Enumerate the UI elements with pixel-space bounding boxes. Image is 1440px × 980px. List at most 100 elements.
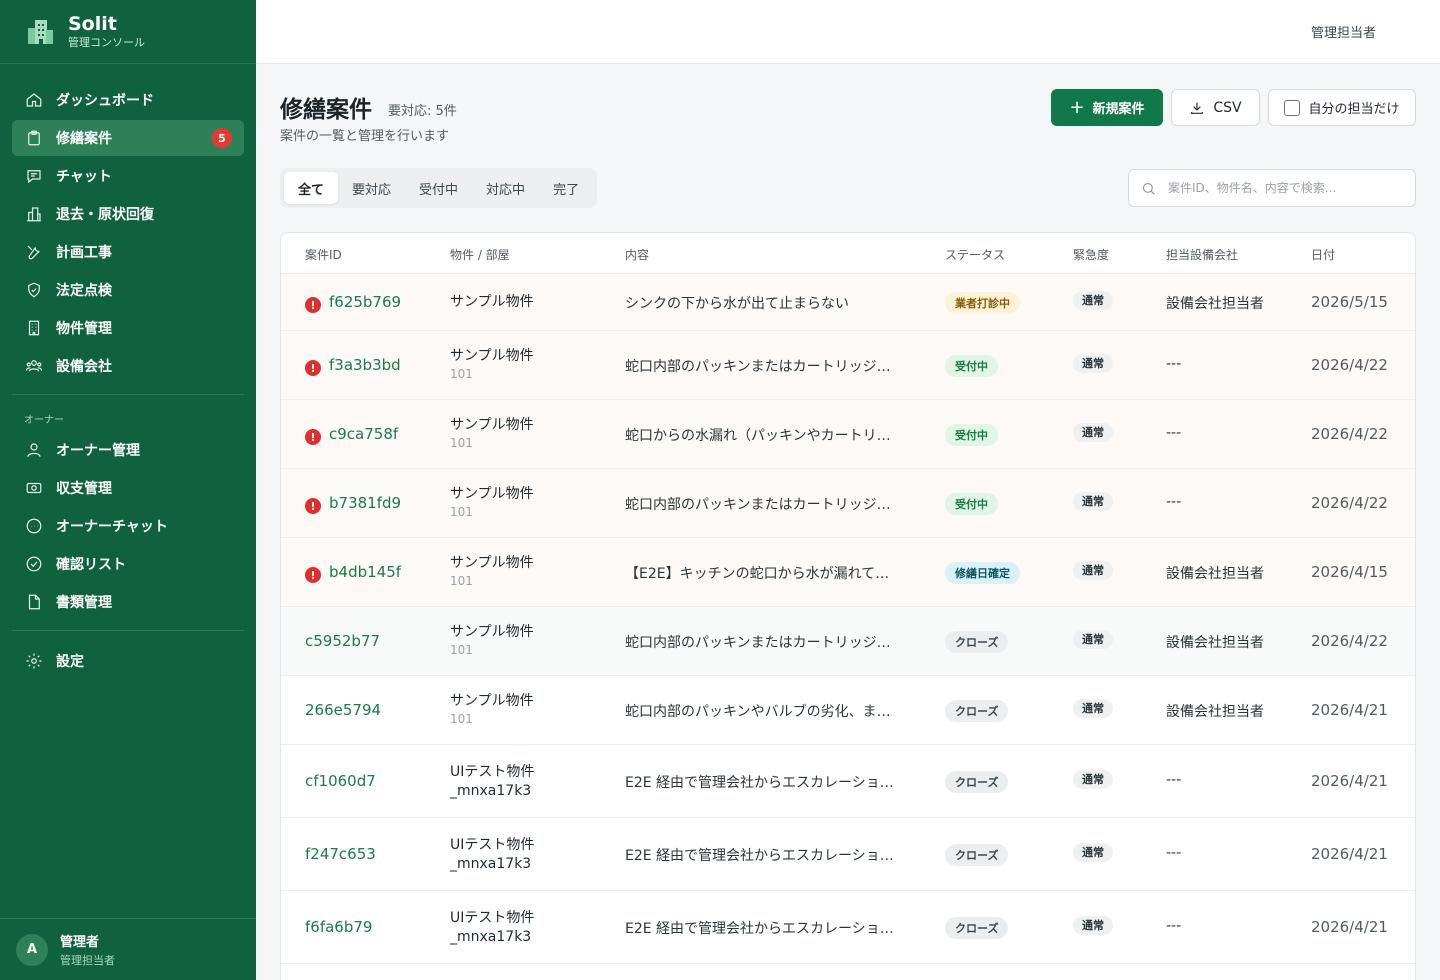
vendor-name: 設備会社担当者	[1166, 703, 1264, 720]
top-header: 管理担当者	[256, 0, 1440, 64]
sidebar-item-dashboard[interactable]: ダッシュボード	[12, 82, 244, 118]
sidebar-item-owner-chat[interactable]: オーナーチャット	[12, 508, 244, 544]
status-badge: クローズ	[945, 843, 1009, 866]
urgency-badge: 通常	[1073, 560, 1113, 580]
search-input[interactable]	[1168, 181, 1408, 195]
table-row[interactable]: ! b4db145f サンプル物件 101 【E2E】キッチンの蛇口から水が漏れて… 修繕…	[281, 538, 1415, 607]
current-user[interactable]: A 管理者 管理担当者	[0, 918, 256, 980]
sidebar-item-owners[interactable]: オーナー管理	[12, 432, 244, 468]
sidebar-item-checklist[interactable]: 確認リスト	[12, 546, 244, 582]
sidebar-item-finance[interactable]: 収支管理	[12, 470, 244, 506]
vendor-name: 設備会社担当者	[1166, 295, 1264, 312]
tab-all[interactable]: 全て	[284, 172, 339, 204]
case-id-link[interactable]: f625b769	[329, 293, 401, 311]
tab-in-progress[interactable]: 対応中	[472, 172, 539, 204]
chat-icon	[24, 166, 44, 186]
search-icon	[1142, 182, 1155, 195]
divider	[12, 394, 244, 395]
table-row[interactable]: 266e5794 サンプル物件 101 蛇口内部のパッキンやバルブの劣化、ま… クローズ…	[281, 676, 1415, 745]
shield-check-icon	[24, 280, 44, 300]
csv-export-button[interactable]: CSV	[1171, 89, 1260, 126]
property-name: サンプル物件	[450, 692, 534, 709]
case-id: 266e5794	[305, 701, 381, 719]
status-cell: 受付中	[945, 492, 998, 515]
case-date: 2026/4/22	[1311, 493, 1388, 512]
col-header-id[interactable]: 案件ID	[305, 246, 342, 263]
sidebar-item-settings[interactable]: 設定	[12, 643, 244, 679]
header-user-menu[interactable]: 管理担当者	[1311, 22, 1376, 41]
owner-section-label: オーナー	[24, 415, 64, 426]
my-assignments-toggle[interactable]: 自分の担当だけ	[1268, 89, 1416, 126]
urgency-badge: 通常	[1073, 422, 1113, 442]
user-role: 管理担当者	[60, 954, 115, 967]
status-cell: 受付中	[945, 354, 998, 377]
case-id-link[interactable]: cf1060d7	[305, 772, 376, 790]
urgency-cell: 通常	[1073, 491, 1113, 511]
user-icon	[24, 440, 44, 460]
urgency-cell: 通常	[1073, 842, 1113, 862]
case-id-link[interactable]: c5952b77	[305, 632, 380, 650]
table-row[interactable]: ! b7381fd9 サンプル物件 101 蛇口内部のパッキンまたはカートリッジ… 受付中…	[281, 469, 1415, 538]
case-id-link[interactable]: b7381fd9	[329, 494, 401, 512]
brand-subtitle: 管理コンソール	[68, 35, 145, 49]
vendor-name: ---	[1166, 493, 1182, 510]
case-content: E2E 経由で管理会社からエスカレーショ…	[625, 847, 894, 864]
sidebar-item-inspections[interactable]: 法定点検	[12, 272, 244, 308]
table-row[interactable]: f6fa6b79 UIテスト物件 _mnxa17k3 E2E 経由で管理会社からエス…	[281, 891, 1415, 964]
pending-count: 要対応: 5件	[388, 104, 457, 119]
sidebar-item-planned-works[interactable]: 計画工事	[12, 234, 244, 270]
col-header-status[interactable]: ステータス	[945, 246, 1005, 263]
table-row[interactable]: c5952b77 サンプル物件 101 蛇口内部のパッキンまたはカートリッジ… クローズ…	[281, 607, 1415, 676]
property-name: サンプル物件	[450, 416, 534, 433]
table-row[interactable]: cf1060d7 UIテスト物件 _mnxa17k3 E2E 経由で管理会社からエス…	[281, 745, 1415, 818]
status-cell: 業者打診中	[945, 291, 1020, 314]
urgency-badge: 通常	[1073, 915, 1113, 935]
case-id-link[interactable]: f3a3b3bd	[329, 356, 401, 374]
sidebar-item-properties[interactable]: 物件管理	[12, 310, 244, 346]
case-id-link[interactable]: f247c653	[305, 845, 376, 863]
case-id-link[interactable]: f6fa6b79	[305, 918, 372, 936]
case-id: ! b7381fd9	[305, 494, 401, 514]
plus-icon: +	[1069, 97, 1085, 118]
property-cell: サンプル物件	[450, 293, 534, 312]
brand[interactable]: Solit 管理コンソール	[0, 0, 256, 64]
case-id-link[interactable]: c9ca758f	[329, 425, 398, 443]
table-row[interactable]: ! c9ca758f サンプル物件 101 蛇口からの水漏れ（パッキンやカートリ… 受付中…	[281, 400, 1415, 469]
property-name: サンプル物件	[450, 347, 534, 364]
tab-received[interactable]: 受付中	[405, 172, 472, 204]
case-id: ! f3a3b3bd	[305, 356, 401, 376]
sidebar-item-label: オーナー管理	[56, 443, 140, 459]
sidebar-item-repairs[interactable]: 修繕案件 5	[12, 120, 244, 156]
sidebar-item-moveout[interactable]: 退去・原状回復	[12, 196, 244, 232]
table-row[interactable]: f247c653 UIテスト物件 _mnxa17k3 E2E 経由で管理会社からエス…	[281, 818, 1415, 891]
property-cell: サンプル物件 101	[450, 485, 534, 520]
room-number: 101	[450, 366, 473, 381]
col-header-vendor[interactable]: 担当設備会社	[1166, 246, 1238, 263]
case-id: f6fa6b79	[305, 918, 372, 936]
case-date: 2026/4/21	[1311, 917, 1388, 936]
alert-icon: !	[305, 498, 321, 514]
vendor-name: ---	[1166, 355, 1182, 372]
col-header-property[interactable]: 物件 / 部屋	[450, 246, 510, 263]
case-date: 2026/4/15	[1311, 562, 1388, 581]
sidebar-item-documents[interactable]: 書類管理	[12, 584, 244, 620]
col-header-urgency[interactable]: 緊急度	[1073, 246, 1109, 263]
tab-needs-action[interactable]: 要対応	[338, 172, 405, 204]
sidebar-item-vendors[interactable]: 設備会社	[12, 348, 244, 384]
case-date: 2026/4/22	[1311, 631, 1388, 650]
case-id-link[interactable]: b4db145f	[329, 563, 401, 581]
gear-icon	[24, 651, 44, 671]
new-case-button[interactable]: + 新規案件	[1051, 89, 1163, 126]
table-row[interactable]: ! f3a3b3bd サンプル物件 101 蛇口内部のパッキンまたはカートリッジ… 受付中…	[281, 331, 1415, 400]
my-assignments-checkbox[interactable]	[1284, 99, 1301, 116]
property-cell: UIテスト物件 _mnxa17k3	[450, 909, 534, 947]
col-header-content[interactable]: 内容	[625, 246, 649, 263]
table-row[interactable]: ! f625b769 サンプル物件 シンクの下から水が出て止まらない 業者打診中 通常 設備…	[281, 274, 1415, 331]
sidebar-item-label: 設備会社	[56, 359, 112, 375]
col-header-date[interactable]: 日付	[1311, 246, 1335, 263]
status-badge: 受付中	[945, 354, 998, 377]
case-id-link[interactable]: 266e5794	[305, 701, 381, 719]
sidebar-item-label: 確認リスト	[56, 557, 126, 573]
tab-completed[interactable]: 完了	[539, 172, 593, 204]
sidebar-item-chat[interactable]: チャット	[12, 158, 244, 194]
